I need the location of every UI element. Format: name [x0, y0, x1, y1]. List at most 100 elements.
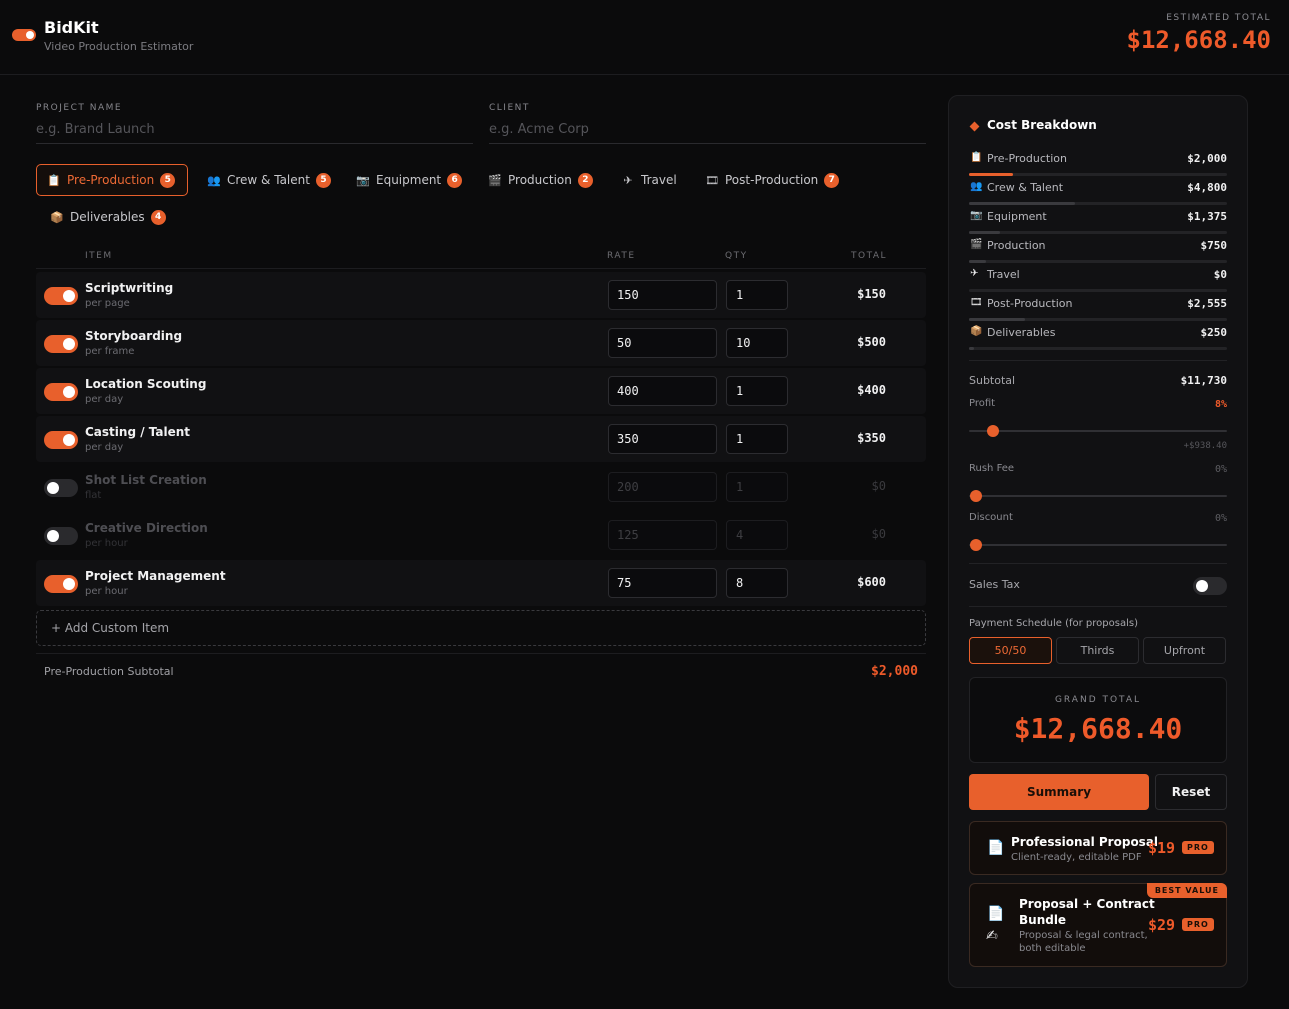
breakdown-value: $4,800	[1187, 181, 1227, 194]
tab-equipment[interactable]: 📷 Equipment 6	[346, 164, 472, 196]
tab-label: Equipment	[376, 173, 442, 187]
breakdown-name: Pre-Production	[987, 152, 1067, 165]
offer-subtitle: Client-ready, editable PDF	[1011, 852, 1142, 863]
table-row: Project Management per hour 75 8 $600	[36, 560, 926, 606]
payment-option-50-50[interactable]: 50/50	[969, 637, 1052, 664]
breakdown-name: Equipment	[987, 210, 1047, 223]
qty-input[interactable]: 1	[726, 280, 788, 310]
item-name: Storyboarding	[85, 329, 183, 343]
breakdown-row: 👥 Crew & Talent $4,800	[969, 176, 1227, 205]
rate-input[interactable]: 50	[608, 328, 717, 358]
sales-tax-label: Sales Tax	[969, 578, 1020, 591]
item-total: $400	[857, 383, 886, 397]
table-row: Creative Direction per hour 125 4 $0	[36, 512, 926, 558]
item-unit: per day	[85, 394, 124, 405]
profit-slider-knob[interactable]	[986, 425, 999, 437]
rate-input[interactable]: 200	[608, 472, 717, 502]
tab-deliverables[interactable]: 📦 Deliverables 4	[40, 201, 176, 233]
tab-travel[interactable]: ✈ Travel	[611, 164, 687, 196]
item-enable-toggle[interactable]	[44, 431, 78, 449]
qty-input[interactable]: 1	[726, 472, 788, 502]
sales-tax-toggle[interactable]	[1193, 577, 1227, 595]
item-unit: per page	[85, 298, 130, 309]
tab-crew-talent[interactable]: 👥 Crew & Talent 5	[197, 164, 341, 196]
payment-schedule-label: Payment Schedule (for proposals)	[969, 618, 1138, 629]
breakdown-name: Travel	[987, 268, 1020, 281]
table-row: Scriptwriting per page 150 1 $150	[36, 272, 926, 318]
tab-pre-production[interactable]: 📋 Pre-Production 5	[36, 164, 188, 196]
section-subtotal-value: $2,000	[871, 664, 918, 679]
clipboard-icon: 📋	[970, 152, 983, 163]
item-name: Scriptwriting	[85, 281, 174, 295]
breakdown-value: $2,555	[1187, 297, 1227, 310]
item-enable-toggle[interactable]	[44, 287, 78, 305]
rate-input[interactable]: 400	[608, 376, 717, 406]
rate-input[interactable]: 75	[608, 568, 717, 598]
item-enable-toggle[interactable]	[44, 383, 78, 401]
offer-proposal-contract-bundle[interactable]: BEST VALUE 📄 ✍ Proposal + Contract Bundl…	[969, 883, 1227, 967]
discount-slider-knob[interactable]	[970, 539, 982, 551]
offer-professional-proposal[interactable]: 📄 Professional Proposal Client-ready, ed…	[969, 821, 1227, 875]
rate-input[interactable]: 350	[608, 424, 717, 454]
qty-input[interactable]: 10	[726, 328, 788, 358]
tab-production[interactable]: 🎬 Production 2	[478, 164, 603, 196]
profit-amount: +$938.40	[1183, 441, 1227, 451]
item-unit: flat	[85, 490, 102, 501]
payment-option-upfront[interactable]: Upfront	[1143, 637, 1226, 664]
qty-input[interactable]: 8	[726, 568, 788, 598]
breakdown-name: Crew & Talent	[987, 181, 1064, 194]
qty-input[interactable]: 1	[726, 376, 788, 406]
airplane-icon: ✈	[970, 268, 979, 279]
rush-fee-slider-knob[interactable]	[970, 490, 982, 502]
discount-slider[interactable]	[969, 539, 1227, 551]
rate-input[interactable]: 125	[608, 520, 717, 550]
rush-fee-slider[interactable]	[969, 490, 1227, 502]
brand-name: BidKit	[44, 18, 99, 37]
best-value-ribbon: BEST VALUE	[1146, 883, 1227, 898]
document-icon: 📄	[987, 840, 1005, 856]
offer-subtitle-line-1: Proposal & legal contract,	[1019, 930, 1148, 941]
cost-breakdown-panel: Cost Breakdown 📋 Pre-Production $2,000 👥…	[948, 95, 1248, 988]
rate-input[interactable]: 150	[608, 280, 717, 310]
column-header-rate: RATE	[607, 251, 636, 261]
tab-post-production[interactable]: 🎞 Post-Production 7	[695, 164, 849, 196]
profit-label: Profit	[969, 398, 996, 409]
divider	[969, 606, 1227, 607]
add-custom-item-button[interactable]: + Add Custom Item	[36, 610, 926, 646]
offer-title-line-2: Bundle	[1019, 913, 1067, 927]
signature-hand-icon: ✍	[986, 928, 998, 944]
summary-button[interactable]: Summary	[969, 774, 1149, 810]
breakdown-value: $250	[1200, 326, 1228, 339]
film-icon: 🎞	[970, 297, 983, 308]
rush-fee-percent: 0%	[1214, 464, 1227, 475]
breakdown-value: $750	[1200, 239, 1228, 252]
table-row: Shot List Creation flat 200 1 $0	[36, 464, 926, 510]
estimated-total-label: ESTIMATED TOTAL	[1166, 13, 1271, 23]
column-header-total: TOTAL	[851, 251, 888, 261]
breakdown-row: 🎞 Post-Production $2,555	[969, 292, 1227, 321]
project-name-input[interactable]	[36, 116, 473, 144]
item-enable-toggle[interactable]	[44, 575, 78, 593]
tab-label: Production	[508, 173, 572, 187]
offer-subtitle-line-2: both editable	[1019, 943, 1086, 954]
cost-breakdown-title: Cost Breakdown	[987, 118, 1097, 132]
item-unit: per hour	[85, 538, 128, 549]
discount-label: Discount	[969, 512, 1013, 523]
qty-input[interactable]: 4	[726, 520, 788, 550]
item-enable-toggle[interactable]	[44, 527, 78, 545]
tab-count-badge: 2	[577, 172, 593, 188]
item-enable-toggle[interactable]	[44, 479, 78, 497]
breakdown-name: Deliverables	[987, 326, 1056, 339]
reset-button[interactable]: Reset	[1155, 774, 1227, 810]
item-name: Project Management	[85, 569, 226, 583]
clapperboard-icon: 🎬	[488, 173, 502, 187]
breakdown-bar-fill	[969, 347, 975, 350]
payment-option-thirds[interactable]: Thirds	[1056, 637, 1139, 664]
section-subtotal-label: Pre-Production Subtotal	[44, 665, 174, 678]
client-input[interactable]	[489, 116, 926, 144]
item-enable-toggle[interactable]	[44, 335, 78, 353]
profit-slider[interactable]	[969, 425, 1227, 437]
breakdown-value: $0	[1213, 268, 1227, 281]
qty-input[interactable]: 1	[726, 424, 788, 454]
tab-label: Travel	[641, 173, 677, 187]
